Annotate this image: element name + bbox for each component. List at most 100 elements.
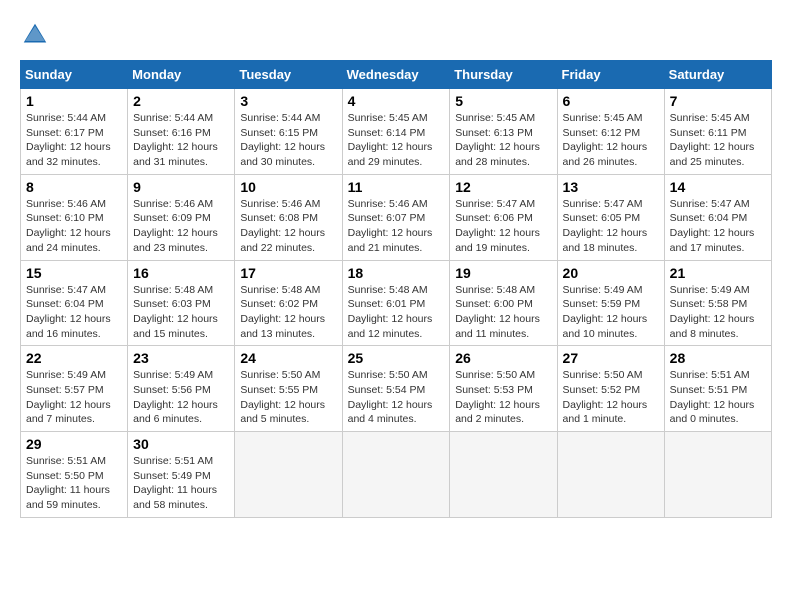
calendar-cell: 11 Sunrise: 5:46 AMSunset: 6:07 PMDayligh… xyxy=(342,174,450,260)
calendar-cell: 10 Sunrise: 5:46 AMSunset: 6:08 PMDayligh… xyxy=(235,174,342,260)
day-detail: Sunrise: 5:50 AMSunset: 5:55 PMDaylight:… xyxy=(240,368,336,427)
calendar-cell: 25Sunrise: 5:50 AMSunset: 5:54 PMDayligh… xyxy=(342,346,450,432)
calendar-cell: 29 Sunrise: 5:51 AMSunset: 5:50 PMDayligh… xyxy=(21,432,128,518)
calendar-cell: 5 Sunrise: 5:45 AMSunset: 6:13 PMDaylight… xyxy=(450,89,557,175)
day-number: 15 xyxy=(26,265,122,281)
logo xyxy=(20,20,54,50)
weekday-header-friday: Friday xyxy=(557,61,664,89)
calendar-cell: 14Sunrise: 5:47 AMSunset: 6:04 PMDayligh… xyxy=(664,174,771,260)
day-number: 22 xyxy=(26,350,122,366)
day-detail: Sunrise: 5:48 AMSunset: 6:03 PMDaylight:… xyxy=(133,283,229,342)
day-number: 2 xyxy=(133,93,229,109)
day-number: 1 xyxy=(26,93,122,109)
day-detail: Sunrise: 5:45 AMSunset: 6:12 PMDaylight:… xyxy=(563,111,659,170)
day-detail: Sunrise: 5:49 AMSunset: 5:57 PMDaylight:… xyxy=(26,368,122,427)
day-number: 4 xyxy=(348,93,445,109)
day-number: 17 xyxy=(240,265,336,281)
logo-icon xyxy=(20,20,50,50)
calendar-week-row: 1 Sunrise: 5:44 AMSunset: 6:17 PMDaylight… xyxy=(21,89,772,175)
day-number: 7 xyxy=(670,93,766,109)
weekday-header-saturday: Saturday xyxy=(664,61,771,89)
calendar-cell: 17 Sunrise: 5:48 AMSunset: 6:02 PMDayligh… xyxy=(235,260,342,346)
day-number: 21 xyxy=(670,265,766,281)
day-detail: Sunrise: 5:48 AMSunset: 6:01 PMDaylight:… xyxy=(348,283,445,342)
calendar-cell: 16Sunrise: 5:48 AMSunset: 6:03 PMDayligh… xyxy=(128,260,235,346)
calendar-cell: 12Sunrise: 5:47 AMSunset: 6:06 PMDayligh… xyxy=(450,174,557,260)
calendar-cell xyxy=(664,432,771,518)
calendar-cell: 28 Sunrise: 5:51 AMSunset: 5:51 PMDayligh… xyxy=(664,346,771,432)
calendar-cell: 4 Sunrise: 5:45 AMSunset: 6:14 PMDaylight… xyxy=(342,89,450,175)
day-number: 24 xyxy=(240,350,336,366)
calendar-cell: 7 Sunrise: 5:45 AMSunset: 6:11 PMDaylight… xyxy=(664,89,771,175)
day-detail: Sunrise: 5:48 AMSunset: 6:00 PMDaylight:… xyxy=(455,283,551,342)
day-detail: Sunrise: 5:47 AMSunset: 6:04 PMDaylight:… xyxy=(26,283,122,342)
day-detail: Sunrise: 5:46 AMSunset: 6:09 PMDaylight:… xyxy=(133,197,229,256)
calendar-week-row: 29 Sunrise: 5:51 AMSunset: 5:50 PMDayligh… xyxy=(21,432,772,518)
day-number: 6 xyxy=(563,93,659,109)
calendar-week-row: 22 Sunrise: 5:49 AMSunset: 5:57 PMDayligh… xyxy=(21,346,772,432)
day-number: 20 xyxy=(563,265,659,281)
calendar-cell: 22 Sunrise: 5:49 AMSunset: 5:57 PMDayligh… xyxy=(21,346,128,432)
calendar-cell: 1 Sunrise: 5:44 AMSunset: 6:17 PMDaylight… xyxy=(21,89,128,175)
weekday-header-tuesday: Tuesday xyxy=(235,61,342,89)
day-detail: Sunrise: 5:44 AMSunset: 6:17 PMDaylight:… xyxy=(26,111,122,170)
weekday-header-monday: Monday xyxy=(128,61,235,89)
calendar-cell: 3 Sunrise: 5:44 AMSunset: 6:15 PMDaylight… xyxy=(235,89,342,175)
day-detail: Sunrise: 5:51 AMSunset: 5:50 PMDaylight:… xyxy=(26,454,122,513)
calendar-cell: 23 Sunrise: 5:49 AMSunset: 5:56 PMDayligh… xyxy=(128,346,235,432)
day-number: 19 xyxy=(455,265,551,281)
calendar-cell: 20 Sunrise: 5:49 AMSunset: 5:59 PMDayligh… xyxy=(557,260,664,346)
calendar-cell: 13 Sunrise: 5:47 AMSunset: 6:05 PMDayligh… xyxy=(557,174,664,260)
day-detail: Sunrise: 5:46 AMSunset: 6:10 PMDaylight:… xyxy=(26,197,122,256)
day-number: 29 xyxy=(26,436,122,452)
day-detail: Sunrise: 5:44 AMSunset: 6:16 PMDaylight:… xyxy=(133,111,229,170)
day-detail: Sunrise: 5:46 AMSunset: 6:08 PMDaylight:… xyxy=(240,197,336,256)
day-detail: Sunrise: 5:49 AMSunset: 5:56 PMDaylight:… xyxy=(133,368,229,427)
day-number: 5 xyxy=(455,93,551,109)
calendar-cell: 24 Sunrise: 5:50 AMSunset: 5:55 PMDayligh… xyxy=(235,346,342,432)
day-number: 13 xyxy=(563,179,659,195)
day-number: 26 xyxy=(455,350,551,366)
day-number: 27 xyxy=(563,350,659,366)
day-number: 25 xyxy=(348,350,445,366)
calendar-week-row: 15 Sunrise: 5:47 AMSunset: 6:04 PMDayligh… xyxy=(21,260,772,346)
day-number: 12 xyxy=(455,179,551,195)
day-detail: Sunrise: 5:49 AMSunset: 5:59 PMDaylight:… xyxy=(563,283,659,342)
day-number: 23 xyxy=(133,350,229,366)
calendar-cell: 19 Sunrise: 5:48 AMSunset: 6:00 PMDayligh… xyxy=(450,260,557,346)
calendar-cell: 6 Sunrise: 5:45 AMSunset: 6:12 PMDaylight… xyxy=(557,89,664,175)
page-header xyxy=(20,20,772,50)
day-number: 11 xyxy=(348,179,445,195)
calendar-cell: 15 Sunrise: 5:47 AMSunset: 6:04 PMDayligh… xyxy=(21,260,128,346)
day-number: 18 xyxy=(348,265,445,281)
calendar-cell xyxy=(235,432,342,518)
day-number: 3 xyxy=(240,93,336,109)
day-detail: Sunrise: 5:45 AMSunset: 6:14 PMDaylight:… xyxy=(348,111,445,170)
day-detail: Sunrise: 5:51 AMSunset: 5:49 PMDaylight:… xyxy=(133,454,229,513)
day-detail: Sunrise: 5:46 AMSunset: 6:07 PMDaylight:… xyxy=(348,197,445,256)
calendar-table: SundayMondayTuesdayWednesdayThursdayFrid… xyxy=(20,60,772,518)
day-number: 28 xyxy=(670,350,766,366)
day-detail: Sunrise: 5:51 AMSunset: 5:51 PMDaylight:… xyxy=(670,368,766,427)
calendar-cell: 9Sunrise: 5:46 AMSunset: 6:09 PMDaylight… xyxy=(128,174,235,260)
calendar-cell: 2 Sunrise: 5:44 AMSunset: 6:16 PMDaylight… xyxy=(128,89,235,175)
weekday-header-thursday: Thursday xyxy=(450,61,557,89)
weekday-header-row: SundayMondayTuesdayWednesdayThursdayFrid… xyxy=(21,61,772,89)
weekday-header-sunday: Sunday xyxy=(21,61,128,89)
calendar-cell xyxy=(557,432,664,518)
day-detail: Sunrise: 5:48 AMSunset: 6:02 PMDaylight:… xyxy=(240,283,336,342)
day-detail: Sunrise: 5:50 AMSunset: 5:53 PMDaylight:… xyxy=(455,368,551,427)
day-detail: Sunrise: 5:45 AMSunset: 6:13 PMDaylight:… xyxy=(455,111,551,170)
day-number: 14 xyxy=(670,179,766,195)
day-detail: Sunrise: 5:44 AMSunset: 6:15 PMDaylight:… xyxy=(240,111,336,170)
calendar-week-row: 8 Sunrise: 5:46 AMSunset: 6:10 PMDaylight… xyxy=(21,174,772,260)
day-number: 8 xyxy=(26,179,122,195)
day-detail: Sunrise: 5:47 AMSunset: 6:05 PMDaylight:… xyxy=(563,197,659,256)
calendar-cell: 30Sunrise: 5:51 AMSunset: 5:49 PMDayligh… xyxy=(128,432,235,518)
day-detail: Sunrise: 5:45 AMSunset: 6:11 PMDaylight:… xyxy=(670,111,766,170)
day-number: 10 xyxy=(240,179,336,195)
calendar-cell xyxy=(342,432,450,518)
calendar-cell: 27Sunrise: 5:50 AMSunset: 5:52 PMDayligh… xyxy=(557,346,664,432)
calendar-cell: 18 Sunrise: 5:48 AMSunset: 6:01 PMDayligh… xyxy=(342,260,450,346)
calendar-cell xyxy=(450,432,557,518)
